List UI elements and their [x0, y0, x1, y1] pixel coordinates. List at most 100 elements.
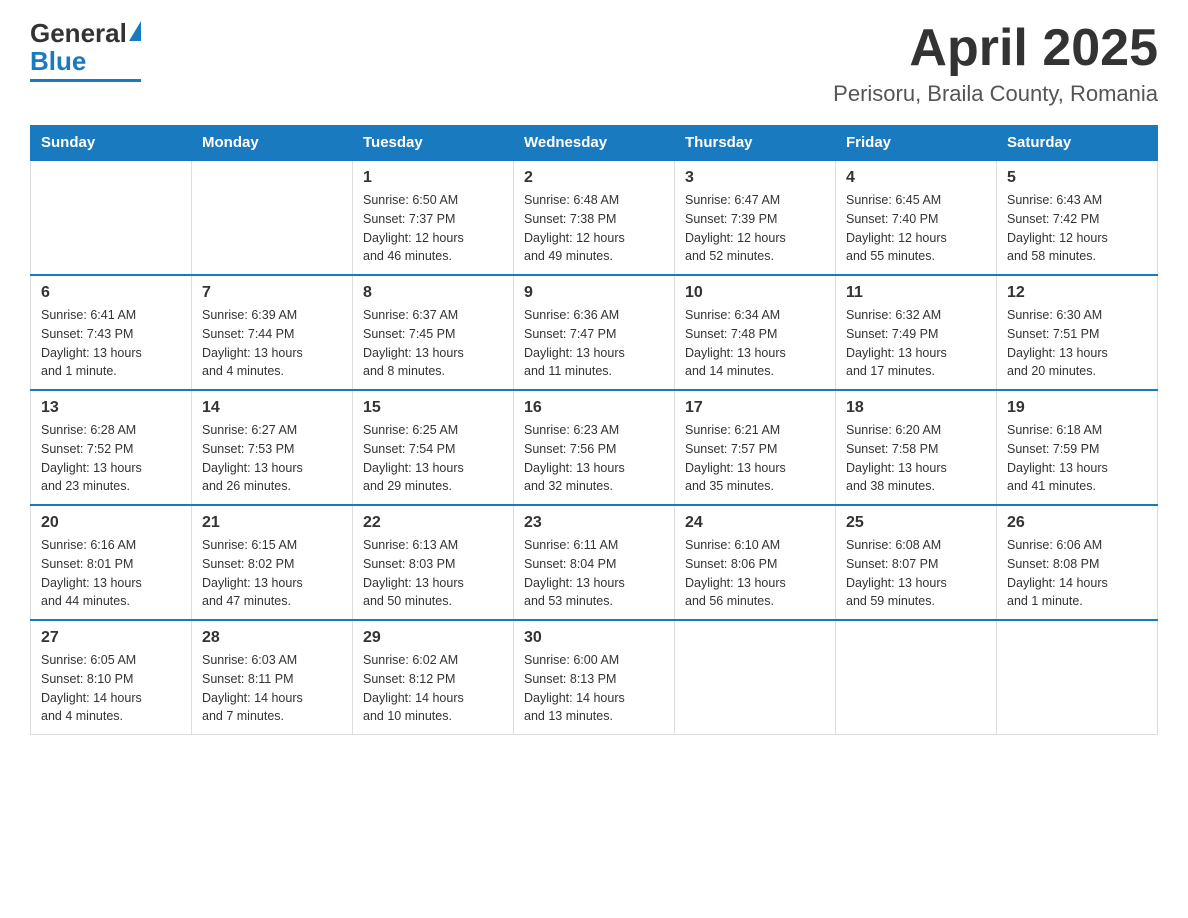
day-info: Sunrise: 6:18 AM Sunset: 7:59 PM Dayligh…	[1007, 421, 1147, 496]
day-info: Sunrise: 6:36 AM Sunset: 7:47 PM Dayligh…	[524, 306, 664, 381]
day-number: 14	[202, 399, 342, 417]
day-number: 24	[685, 514, 825, 532]
table-row: 5Sunrise: 6:43 AM Sunset: 7:42 PM Daylig…	[997, 160, 1158, 275]
day-number: 10	[685, 284, 825, 302]
day-info: Sunrise: 6:16 AM Sunset: 8:01 PM Dayligh…	[41, 536, 181, 611]
day-number: 3	[685, 169, 825, 187]
table-row: 28 Sunrise: 6:03 AM Sunset: 8:11 PM Dayli…	[192, 620, 353, 735]
calendar-week-row: 1 Sunrise: 6:50 AM Sunset: 7:37 PM Daylig…	[31, 160, 1158, 275]
table-row: 29 Sunrise: 6:02 AM Sunset: 8:12 PM Dayli…	[353, 620, 514, 735]
day-info: Sunrise: 6:11 AM Sunset: 8:04 PM Dayligh…	[524, 536, 664, 611]
day-number: 30	[524, 629, 664, 647]
day-info: Sunrise: 6:13 AM Sunset: 8:03 PM Dayligh…	[363, 536, 503, 611]
table-row: 9 Sunrise: 6:36 AM Sunset: 7:47 PM Daylig…	[514, 275, 675, 390]
day-info: Sunrise: 6:28 AM Sunset: 7:52 PM Dayligh…	[41, 421, 181, 496]
table-row: 15 Sunrise: 6:25 AM Sunset: 7:54 PM Dayli…	[353, 390, 514, 505]
day-info: Sunrise: 6:00 AM Sunset: 8:13 PM Dayligh…	[524, 651, 664, 726]
calendar-table: Sunday Monday Tuesday Wednesday Thursday…	[30, 125, 1158, 735]
table-row: 8Sunrise: 6:37 AM Sunset: 7:45 PM Daylig…	[353, 275, 514, 390]
day-info: Sunrise: 6:03 AM Sunset: 8:11 PM Dayligh…	[202, 651, 342, 726]
table-row: 10 Sunrise: 6:34 AM Sunset: 7:48 PM Dayli…	[675, 275, 836, 390]
table-row	[997, 620, 1158, 735]
day-info: Sunrise: 6:06 AM Sunset: 8:08 PM Dayligh…	[1007, 536, 1147, 611]
day-info: Sunrise: 6:15 AM Sunset: 8:02 PM Dayligh…	[202, 536, 342, 611]
logo-general-text: General	[30, 20, 127, 46]
page-header: General Blue April 2025 Perisoru, Braila…	[30, 20, 1158, 107]
day-number: 22	[363, 514, 503, 532]
table-row: 21 Sunrise: 6:15 AM Sunset: 8:02 PM Dayli…	[192, 505, 353, 620]
day-info: Sunrise: 6:48 AM Sunset: 7:38 PM Dayligh…	[524, 191, 664, 266]
table-row: 11Sunrise: 6:32 AM Sunset: 7:49 PM Dayli…	[836, 275, 997, 390]
logo: General Blue	[30, 20, 141, 82]
table-row: 6 Sunrise: 6:41 AM Sunset: 7:43 PM Daylig…	[31, 275, 192, 390]
day-info: Sunrise: 6:45 AM Sunset: 7:40 PM Dayligh…	[846, 191, 986, 266]
day-number: 28	[202, 629, 342, 647]
day-info: Sunrise: 6:50 AM Sunset: 7:37 PM Dayligh…	[363, 191, 503, 266]
table-row: 14 Sunrise: 6:27 AM Sunset: 7:53 PM Dayli…	[192, 390, 353, 505]
calendar-week-row: 13 Sunrise: 6:28 AM Sunset: 7:52 PM Dayli…	[31, 390, 1158, 505]
day-number: 23	[524, 514, 664, 532]
page-subtitle: Perisoru, Braila County, Romania	[833, 81, 1158, 107]
day-number: 20	[41, 514, 181, 532]
day-number: 21	[202, 514, 342, 532]
day-number: 8	[363, 284, 503, 302]
header-wednesday: Wednesday	[514, 126, 675, 161]
day-number: 25	[846, 514, 986, 532]
day-number: 16	[524, 399, 664, 417]
day-info: Sunrise: 6:47 AM Sunset: 7:39 PM Dayligh…	[685, 191, 825, 266]
table-row: 1 Sunrise: 6:50 AM Sunset: 7:37 PM Daylig…	[353, 160, 514, 275]
day-number: 13	[41, 399, 181, 417]
calendar-week-row: 20 Sunrise: 6:16 AM Sunset: 8:01 PM Dayli…	[31, 505, 1158, 620]
header-tuesday: Tuesday	[353, 126, 514, 161]
day-number: 2	[524, 169, 664, 187]
table-row: 20 Sunrise: 6:16 AM Sunset: 8:01 PM Dayli…	[31, 505, 192, 620]
header-saturday: Saturday	[997, 126, 1158, 161]
table-row: 13 Sunrise: 6:28 AM Sunset: 7:52 PM Dayli…	[31, 390, 192, 505]
header-thursday: Thursday	[675, 126, 836, 161]
page-title: April 2025	[833, 20, 1158, 77]
day-info: Sunrise: 6:20 AM Sunset: 7:58 PM Dayligh…	[846, 421, 986, 496]
day-number: 19	[1007, 399, 1147, 417]
table-row: 27Sunrise: 6:05 AM Sunset: 8:10 PM Dayli…	[31, 620, 192, 735]
day-number: 9	[524, 284, 664, 302]
day-number: 29	[363, 629, 503, 647]
table-row: 2 Sunrise: 6:48 AM Sunset: 7:38 PM Daylig…	[514, 160, 675, 275]
table-row: 24 Sunrise: 6:10 AM Sunset: 8:06 PM Dayli…	[675, 505, 836, 620]
day-number: 15	[363, 399, 503, 417]
calendar-week-row: 6 Sunrise: 6:41 AM Sunset: 7:43 PM Daylig…	[31, 275, 1158, 390]
day-number: 12	[1007, 284, 1147, 302]
day-number: 27	[41, 629, 181, 647]
table-row: 17Sunrise: 6:21 AM Sunset: 7:57 PM Dayli…	[675, 390, 836, 505]
table-row: 12Sunrise: 6:30 AM Sunset: 7:51 PM Dayli…	[997, 275, 1158, 390]
day-info: Sunrise: 6:39 AM Sunset: 7:44 PM Dayligh…	[202, 306, 342, 381]
day-number: 7	[202, 284, 342, 302]
logo-underline	[30, 79, 141, 82]
day-info: Sunrise: 6:23 AM Sunset: 7:56 PM Dayligh…	[524, 421, 664, 496]
day-info: Sunrise: 6:10 AM Sunset: 8:06 PM Dayligh…	[685, 536, 825, 611]
table-row: 18Sunrise: 6:20 AM Sunset: 7:58 PM Dayli…	[836, 390, 997, 505]
day-info: Sunrise: 6:27 AM Sunset: 7:53 PM Dayligh…	[202, 421, 342, 496]
calendar-week-row: 27Sunrise: 6:05 AM Sunset: 8:10 PM Dayli…	[31, 620, 1158, 735]
header-monday: Monday	[192, 126, 353, 161]
table-row: 19 Sunrise: 6:18 AM Sunset: 7:59 PM Dayli…	[997, 390, 1158, 505]
day-info: Sunrise: 6:21 AM Sunset: 7:57 PM Dayligh…	[685, 421, 825, 496]
table-row: 3 Sunrise: 6:47 AM Sunset: 7:39 PM Daylig…	[675, 160, 836, 275]
day-info: Sunrise: 6:02 AM Sunset: 8:12 PM Dayligh…	[363, 651, 503, 726]
table-row	[31, 160, 192, 275]
table-row	[192, 160, 353, 275]
table-row	[836, 620, 997, 735]
day-info: Sunrise: 6:25 AM Sunset: 7:54 PM Dayligh…	[363, 421, 503, 496]
day-info: Sunrise: 6:41 AM Sunset: 7:43 PM Dayligh…	[41, 306, 181, 381]
day-number: 1	[363, 169, 503, 187]
table-row	[675, 620, 836, 735]
day-info: Sunrise: 6:34 AM Sunset: 7:48 PM Dayligh…	[685, 306, 825, 381]
header-sunday: Sunday	[31, 126, 192, 161]
day-number: 4	[846, 169, 986, 187]
day-number: 6	[41, 284, 181, 302]
table-row: 30 Sunrise: 6:00 AM Sunset: 8:13 PM Dayli…	[514, 620, 675, 735]
logo-triangle-icon	[129, 21, 141, 41]
day-info: Sunrise: 6:32 AM Sunset: 7:49 PM Dayligh…	[846, 306, 986, 381]
header-friday: Friday	[836, 126, 997, 161]
table-row: 7 Sunrise: 6:39 AM Sunset: 7:44 PM Daylig…	[192, 275, 353, 390]
day-info: Sunrise: 6:43 AM Sunset: 7:42 PM Dayligh…	[1007, 191, 1147, 266]
